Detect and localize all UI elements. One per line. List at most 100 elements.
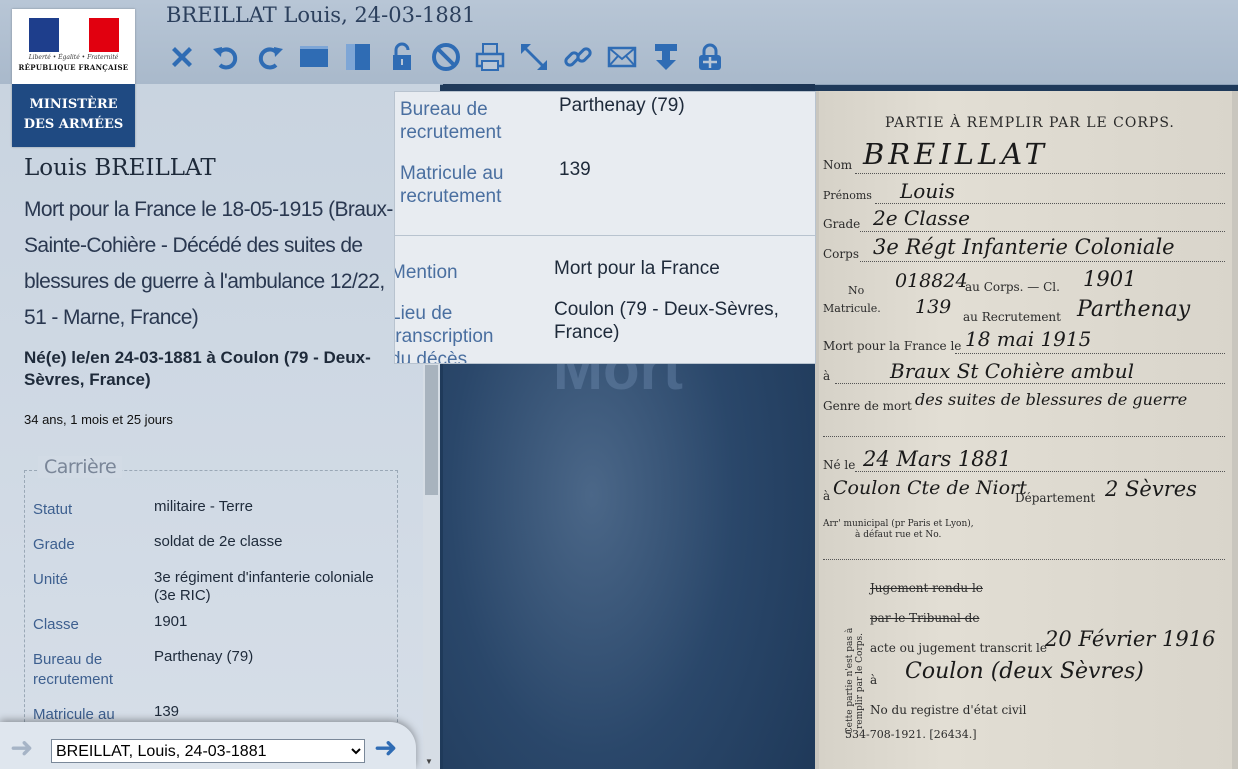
lock-icon[interactable] (692, 39, 728, 75)
scan-classe: 1901 (1083, 267, 1137, 291)
career-legend: Carrière (38, 456, 123, 478)
header-bar: BREILLAT Louis, 24-03-1881 (0, 0, 1238, 85)
scan-ne-a-label: à (823, 489, 831, 503)
scan-heading: PARTIE À REMPLIR PAR LE CORPS. (885, 115, 1175, 131)
toolbar (164, 38, 728, 76)
popup-value-matricule: 139 (559, 159, 591, 180)
scan-side-note: Cette partie n'est pas à remplir par le … (845, 627, 865, 735)
scan-rule (855, 471, 1225, 472)
scan-prenoms: Louis (900, 179, 955, 203)
career-label-classe: Classe (33, 616, 79, 633)
popup-divider (395, 235, 815, 236)
scan-nom: BREILLAT (863, 137, 1048, 171)
popup-value-bureau: Parthenay (79) (559, 95, 685, 116)
scan-grade-label: Grade (823, 217, 861, 231)
birth-info: Né(e) le/en 24-03-1881 à Coulon (79 - De… (24, 348, 371, 389)
popup-label-matricule: Matricule au recrutement (400, 163, 504, 207)
scan-arr-label: Arr' municipal (pr Paris et Lyon), (823, 519, 974, 529)
scan-rule (823, 436, 1225, 437)
next-arrow-icon[interactable]: ➜ (374, 734, 397, 762)
rotate-right-icon[interactable] (252, 39, 288, 75)
scan-rule (855, 173, 1225, 174)
career-label-unite: Unité (33, 571, 69, 588)
scan-ne-date: 24 Mars 1881 (863, 447, 1012, 471)
scan-rule (860, 261, 1225, 262)
popup-label-mention: Mention (394, 262, 458, 283)
scan-rule (823, 559, 1225, 560)
marianne-flag (29, 18, 119, 52)
scan-au-recrutement: au Recrutement (963, 310, 1061, 324)
fullscreen-icon[interactable] (516, 39, 552, 75)
scan-genre-label: Genre de mort (823, 399, 912, 413)
popup-label-bureau: Bureau de recrutement (400, 99, 502, 143)
scan-no: 018824 (895, 270, 968, 292)
logo-ministry: MINISTÈRE DES ARMÉES (12, 84, 135, 147)
ministry-logo: Liberté • Égalité • Fraternité RÉPUBLIQU… (12, 9, 135, 147)
scan-prenoms-label: Prénoms (823, 189, 872, 202)
link-icon[interactable] (560, 39, 596, 75)
popup-label-lieu: Lieu de transcription du décès (394, 303, 494, 364)
scan-footer: 534-708-1921. [26434.] (845, 728, 977, 741)
scan-matricule-label: Matricule. (823, 302, 881, 315)
scroll-down-icon[interactable]: ▼ (425, 757, 433, 766)
career-label-grade: Grade (33, 536, 75, 553)
logo-motto: Liberté • Égalité • Fraternité (28, 54, 119, 61)
print-icon[interactable] (472, 39, 508, 75)
scan-rule (955, 353, 1225, 354)
scan-au-corps: au Corps. — Cl. (965, 280, 1060, 294)
scan-grade: 2e Classe (873, 206, 970, 230)
scan-registre: No du registre d'état civil (870, 703, 1027, 717)
career-label-bureau: Bureau de recrutement (33, 651, 114, 688)
scan-mort-date: 18 mai 1915 (965, 327, 1092, 351)
scan-lieu: Braux St Cohière ambul (890, 359, 1134, 383)
person-name: Louis BREILLAT (24, 155, 216, 181)
popup-value-lieu: Coulon (79 - Deux-Sèvres, France) (554, 299, 779, 343)
scan-arr-label2: à défaut rue et No. (855, 530, 942, 540)
scan-mort-label: Mort pour la France le (823, 339, 962, 353)
age-at-death: 34 ans, 1 mois et 25 jours (24, 412, 173, 427)
unlock-icon[interactable] (384, 39, 420, 75)
previous-arrow-icon[interactable]: ➜ (10, 734, 33, 762)
rotate-left-icon[interactable] (208, 39, 244, 75)
career-value-matricule: 139 (154, 703, 180, 720)
death-info: Mort pour la France le 18-05-1915 (Braux… (24, 198, 393, 329)
record-select[interactable]: BREILLAT, Louis, 24-03-1881 (51, 739, 365, 763)
scrollbar-thumb[interactable] (425, 365, 438, 495)
scanned-death-record[interactable]: PARTIE À REMPLIR PAR LE CORPS. Nom BREIL… (815, 91, 1238, 769)
scan-departement-label: Département (1015, 491, 1096, 505)
career-value-grade: soldat de 2e classe (154, 533, 283, 550)
career-value-statut: militaire - Terre (154, 498, 253, 515)
view-horizontal-icon[interactable] (296, 39, 332, 75)
scan-recrutement: Parthenay (1077, 297, 1191, 322)
scan-matricule: 139 (915, 296, 952, 318)
scan-genre: des suites de blessures de guerre (915, 390, 1188, 409)
scan-corps: 3e Régt Infanterie Coloniale (873, 235, 1175, 259)
document-title: BREILLAT Louis, 24-03-1881 (166, 3, 476, 27)
download-icon[interactable] (648, 39, 684, 75)
scan-tribunal: par le Tribunal de (870, 611, 980, 625)
close-icon[interactable] (164, 39, 200, 75)
scan-ne-label: Né le (823, 458, 856, 472)
scan-no-label: No (848, 284, 865, 297)
view-vertical-icon[interactable] (340, 39, 376, 75)
scan-rule (835, 383, 1225, 384)
record-navigation: ➜ BREILLAT, Louis, 24-03-1881 ➜ (0, 722, 416, 769)
scan-ne-lieu: Coulon Cte de Niort (833, 477, 1027, 499)
scan-rule (860, 231, 1225, 232)
scan-transcrit-a-label: à (870, 673, 878, 687)
details-popup: Bureau de recrutement Parthenay (79) Mat… (394, 91, 816, 364)
scan-corps-label: Corps (823, 247, 859, 261)
scan-a-label: à (823, 369, 831, 383)
scan-rule (875, 203, 1225, 204)
career-label-statut: Statut (33, 501, 73, 518)
scan-transcrit-date: 20 Février 1916 (1045, 627, 1216, 651)
career-value-unite: 3e régiment d'infanterie coloniale (3e R… (154, 569, 374, 604)
scan-acte: acte ou jugement transcrit le (870, 641, 1047, 655)
mail-icon[interactable] (604, 39, 640, 75)
scan-transcrit-lieu: Coulon (deux Sèvres) (905, 659, 1144, 684)
scan-nom-label: Nom (823, 158, 853, 172)
forbidden-icon[interactable] (428, 39, 464, 75)
popup-value-mention: Mort pour la France (554, 258, 720, 279)
logo-republic: RÉPUBLIQUE FRANÇAISE (18, 63, 129, 72)
scan-jugement: Jugement rendu le (870, 581, 983, 595)
